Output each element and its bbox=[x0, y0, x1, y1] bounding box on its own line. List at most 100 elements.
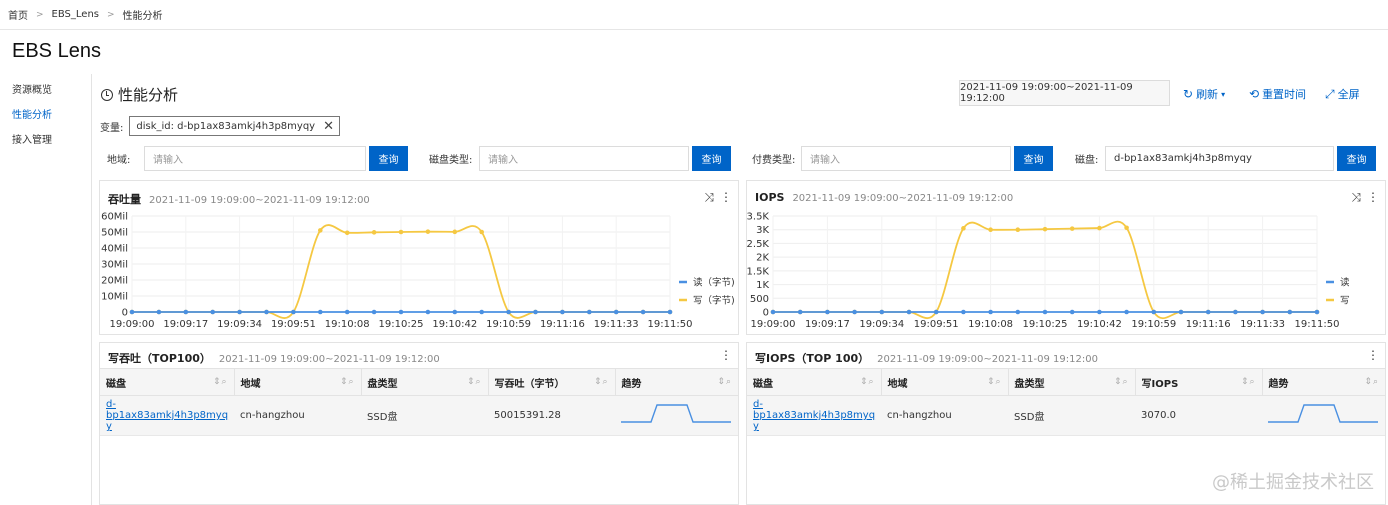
charge-type-search-button[interactable]: 查询 bbox=[1014, 146, 1053, 171]
sidebar-item-performance[interactable]: 性能分析 bbox=[0, 103, 91, 128]
data-point[interactable] bbox=[533, 309, 538, 315]
column-header[interactable]: 趋势 ⇕⌕ bbox=[1262, 368, 1385, 396]
refresh-button[interactable]: ↻ 刷新 ▾ bbox=[1183, 86, 1225, 102]
data-point[interactable] bbox=[1015, 309, 1021, 315]
data-point[interactable] bbox=[667, 309, 673, 315]
more-icon[interactable]: ⋮ bbox=[1367, 348, 1379, 362]
disk-cell[interactable]: d-bp1ax83amkj4h3p8myq y bbox=[100, 395, 235, 436]
data-point[interactable] bbox=[452, 229, 458, 235]
data-point[interactable] bbox=[640, 309, 646, 315]
data-point[interactable] bbox=[291, 309, 296, 315]
data-point[interactable] bbox=[797, 309, 803, 315]
legend-label[interactable]: 读（字节) bbox=[693, 277, 735, 289]
data-point[interactable] bbox=[156, 309, 162, 315]
column-header[interactable]: 盘类型 ⇕⌕ bbox=[361, 368, 489, 396]
data-point[interactable] bbox=[1097, 309, 1102, 315]
data-point[interactable] bbox=[770, 309, 776, 315]
disk-search-button[interactable]: 查询 bbox=[1337, 146, 1376, 171]
data-point[interactable] bbox=[425, 229, 431, 234]
data-point[interactable] bbox=[371, 309, 377, 315]
breadcrumb-home[interactable]: 首页 bbox=[8, 7, 28, 22]
column-header[interactable]: 磁盘 ⇕⌕ bbox=[100, 368, 235, 396]
data-point[interactable] bbox=[988, 227, 993, 233]
data-point[interactable] bbox=[1069, 309, 1075, 315]
data-point[interactable] bbox=[318, 228, 323, 233]
data-point[interactable] bbox=[906, 309, 912, 315]
disk-link[interactable]: d-bp1ax83amkj4h3p8myq y bbox=[106, 399, 228, 432]
column-header[interactable]: 磁盘 ⇕⌕ bbox=[747, 368, 882, 396]
data-point[interactable] bbox=[613, 309, 619, 315]
data-point[interactable] bbox=[961, 226, 966, 231]
data-point[interactable] bbox=[479, 229, 485, 235]
data-point[interactable] bbox=[506, 309, 511, 315]
data-point[interactable] bbox=[879, 309, 885, 315]
sort-filter-icon[interactable]: ⇕⌕ bbox=[1364, 377, 1379, 387]
region-input[interactable]: 请输入 bbox=[144, 146, 366, 171]
data-point[interactable] bbox=[425, 309, 431, 315]
more-icon[interactable]: ⋮ bbox=[720, 348, 732, 362]
data-point[interactable] bbox=[961, 309, 966, 315]
data-point[interactable] bbox=[210, 309, 215, 315]
sidebar-item-overview[interactable]: 资源概览 bbox=[0, 78, 91, 103]
data-point[interactable] bbox=[398, 229, 404, 235]
legend-label[interactable]: 读 bbox=[1340, 277, 1350, 289]
data-point[interactable] bbox=[1042, 226, 1048, 232]
reset-time-button[interactable]: ⟲ 重置时间 bbox=[1249, 86, 1306, 102]
data-point[interactable] bbox=[479, 309, 485, 315]
sort-filter-icon[interactable]: ⇕⌕ bbox=[213, 377, 228, 387]
data-point[interactable] bbox=[1287, 309, 1293, 315]
data-point[interactable] bbox=[1178, 309, 1184, 315]
sort-filter-icon[interactable]: ⇕⌕ bbox=[1114, 377, 1129, 387]
legend-label[interactable]: 写 bbox=[1340, 296, 1350, 307]
sidebar-item-access[interactable]: 接入管理 bbox=[0, 128, 91, 153]
data-point[interactable] bbox=[852, 309, 857, 315]
data-point[interactable] bbox=[1233, 309, 1238, 315]
data-point[interactable] bbox=[1015, 227, 1021, 233]
disk-input[interactable]: d-bp1ax83amkj4h3p8myqy bbox=[1105, 146, 1334, 171]
data-point[interactable] bbox=[398, 309, 404, 315]
data-point[interactable] bbox=[587, 309, 592, 315]
column-header[interactable]: 写吞吐（字节） ⇕⌕ bbox=[488, 368, 616, 396]
sort-filter-icon[interactable]: ⇕⌕ bbox=[987, 377, 1002, 387]
sort-filter-icon[interactable]: ⇕⌕ bbox=[1241, 377, 1256, 387]
data-point[interactable] bbox=[1314, 309, 1320, 315]
fullscreen-button[interactable]: ⤢ 全屏 bbox=[1325, 86, 1360, 102]
data-point[interactable] bbox=[129, 309, 135, 315]
data-point[interactable] bbox=[1260, 309, 1265, 315]
data-point[interactable] bbox=[237, 309, 242, 315]
data-point[interactable] bbox=[344, 230, 350, 236]
column-header[interactable]: 地域 ⇕⌕ bbox=[881, 368, 1009, 396]
data-point[interactable] bbox=[1124, 309, 1129, 315]
data-point[interactable] bbox=[1069, 226, 1075, 231]
disk-type-search-button[interactable]: 查询 bbox=[692, 146, 731, 171]
region-search-button[interactable]: 查询 bbox=[369, 146, 408, 171]
sort-filter-icon[interactable]: ⇕⌕ bbox=[594, 377, 609, 387]
legend-label[interactable]: 写（字节) bbox=[693, 295, 735, 307]
breadcrumb-ebs-lens[interactable]: EBS_Lens bbox=[52, 9, 99, 20]
data-point[interactable] bbox=[264, 309, 269, 315]
sort-filter-icon[interactable]: ⇕⌕ bbox=[860, 377, 875, 387]
data-point[interactable] bbox=[1042, 309, 1048, 315]
charge-type-input[interactable]: 请输入 bbox=[801, 146, 1011, 171]
data-point[interactable] bbox=[1205, 309, 1211, 315]
disk-cell[interactable]: d-bp1ax83amkj4h3p8myq y bbox=[747, 395, 882, 436]
disk-type-input[interactable]: 请输入 bbox=[479, 146, 689, 171]
sort-filter-icon[interactable]: ⇕⌕ bbox=[717, 377, 732, 387]
close-icon[interactable]: ✕ bbox=[323, 120, 334, 133]
data-point[interactable] bbox=[1097, 225, 1102, 231]
column-header[interactable]: 趋势 ⇕⌕ bbox=[615, 368, 738, 396]
data-point[interactable] bbox=[371, 230, 377, 235]
data-point[interactable] bbox=[183, 309, 189, 315]
column-header[interactable]: 写IOPS ⇕⌕ bbox=[1135, 368, 1263, 396]
data-point[interactable] bbox=[452, 309, 458, 315]
data-point[interactable] bbox=[318, 309, 323, 315]
data-point[interactable] bbox=[988, 309, 993, 315]
sort-filter-icon[interactable]: ⇕⌕ bbox=[467, 377, 482, 387]
data-point[interactable] bbox=[825, 309, 830, 315]
data-point[interactable] bbox=[933, 309, 939, 315]
column-header[interactable]: 地域 ⇕⌕ bbox=[234, 368, 362, 396]
data-point[interactable] bbox=[344, 309, 350, 315]
data-point[interactable] bbox=[1124, 225, 1129, 231]
sort-filter-icon[interactable]: ⇕⌕ bbox=[340, 377, 355, 387]
data-point[interactable] bbox=[560, 309, 565, 315]
